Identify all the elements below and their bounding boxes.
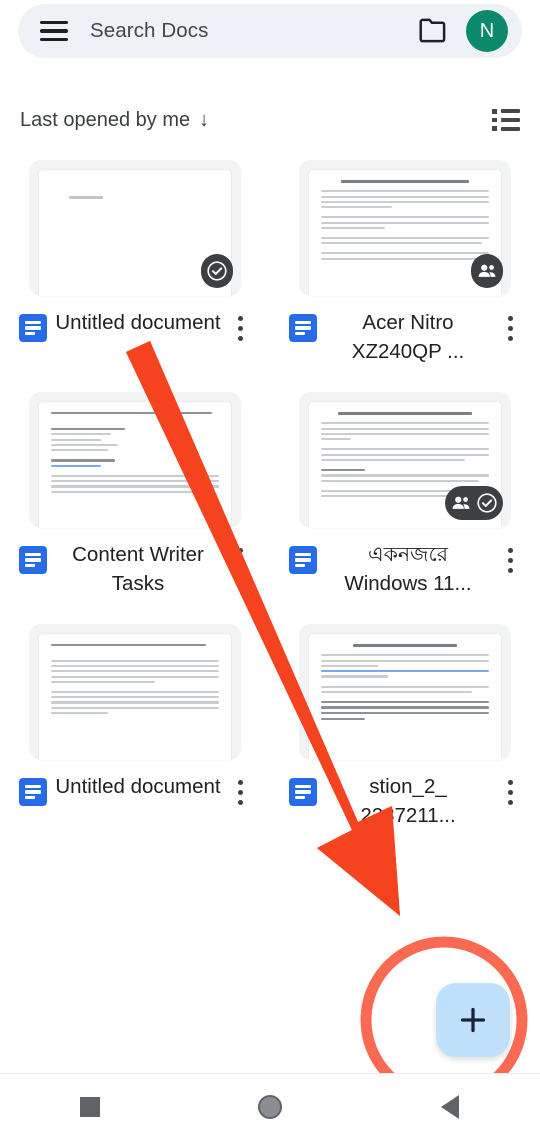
more-options-icon[interactable]	[229, 316, 251, 341]
more-options-icon[interactable]	[499, 780, 521, 805]
more-options-icon[interactable]	[229, 548, 251, 573]
document-title[interactable]: Content Writer Tasks	[55, 540, 221, 598]
document-thumbnail[interactable]	[29, 392, 241, 528]
avatar[interactable]: N	[466, 10, 508, 52]
document-preview	[39, 634, 231, 760]
document-title[interactable]: Untitled document	[55, 308, 221, 337]
home-circle-icon	[258, 1094, 282, 1119]
back-button[interactable]	[360, 1094, 540, 1119]
list-view-icon[interactable]	[492, 109, 520, 131]
recents-button[interactable]	[0, 1096, 180, 1117]
google-docs-icon[interactable]	[289, 314, 317, 342]
search-input[interactable]: Search Docs	[90, 19, 418, 43]
hamburger-menu-icon[interactable]	[40, 21, 68, 41]
document-card[interactable]: stion_2_ 2287211...	[270, 624, 540, 856]
document-card[interactable]: Untitled document	[0, 160, 270, 392]
document-title[interactable]: stion_2_ 2287211...	[325, 772, 491, 830]
folder-icon[interactable]	[418, 18, 448, 44]
sort-label-text: Last opened by me	[20, 108, 191, 131]
document-title-row: Content Writer Tasks	[19, 540, 251, 598]
document-preview	[39, 402, 231, 528]
create-new-document-button[interactable]	[436, 983, 510, 1057]
document-thumbnail[interactable]	[299, 160, 511, 296]
document-title-row: stion_2_ 2287211...	[289, 772, 521, 830]
back-triangle-icon	[441, 1094, 459, 1119]
google-docs-icon[interactable]	[19, 314, 47, 342]
more-options-icon[interactable]	[229, 780, 251, 805]
document-card[interactable]: একনজরে Windows 11...	[270, 392, 540, 624]
document-title[interactable]: Acer Nitro XZ240QP ...	[325, 308, 491, 366]
document-title-row: Untitled document	[19, 772, 251, 806]
more-options-icon[interactable]	[499, 316, 521, 341]
document-thumbnail[interactable]	[299, 624, 511, 760]
document-card[interactable]: Content Writer Tasks	[0, 392, 270, 624]
shared-and-offline-badge	[445, 486, 503, 520]
document-title-row: Untitled document	[19, 308, 251, 342]
home-button[interactable]	[180, 1094, 360, 1119]
offline-available-check-icon	[201, 254, 233, 288]
document-card[interactable]: Acer Nitro XZ240QP ...	[270, 160, 540, 392]
document-title-row: একনজরে Windows 11...	[289, 540, 521, 598]
sort-direction-arrow-icon: ↓	[199, 109, 210, 131]
document-title-row: Acer Nitro XZ240QP ...	[289, 308, 521, 366]
google-docs-icon[interactable]	[289, 546, 317, 574]
system-navigation-bar	[0, 1073, 540, 1139]
more-options-icon[interactable]	[499, 548, 521, 573]
document-grid: Untitled document Acer Nitro XZ240QP ...…	[0, 160, 540, 856]
document-card[interactable]: Untitled document	[0, 624, 270, 856]
document-title[interactable]: একনজরে Windows 11...	[325, 540, 491, 598]
document-thumbnail[interactable]	[299, 392, 511, 528]
sort-row: Last opened by me ↓	[0, 96, 540, 144]
search-bar[interactable]: Search Docs N	[18, 4, 522, 58]
docs-home-screen: Search Docs N Last opened by me ↓ Untitl…	[0, 0, 540, 1139]
document-title[interactable]: Untitled document	[55, 772, 221, 801]
document-thumbnail[interactable]	[29, 624, 241, 760]
document-thumbnail[interactable]	[29, 160, 241, 296]
shared-people-icon	[471, 254, 503, 288]
google-docs-icon[interactable]	[289, 778, 317, 806]
google-docs-icon[interactable]	[19, 778, 47, 806]
recents-square-icon	[80, 1096, 100, 1117]
document-preview	[309, 634, 501, 760]
sort-selector[interactable]: Last opened by me ↓	[20, 109, 209, 132]
google-docs-icon[interactable]	[19, 546, 47, 574]
shared-people-icon	[452, 496, 470, 509]
plus-icon	[460, 1007, 486, 1033]
offline-available-check-icon	[477, 493, 497, 513]
